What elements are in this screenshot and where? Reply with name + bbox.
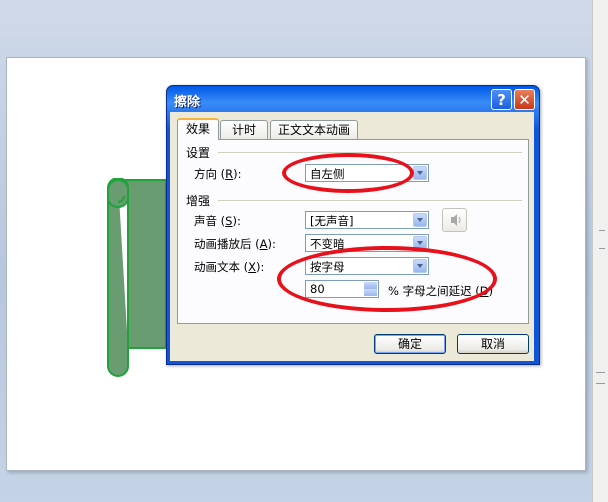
letter-delay-value: 80 — [310, 282, 325, 296]
direction-dropdown[interactable]: 自左侧 — [305, 164, 429, 182]
tab-text-animation[interactable]: 正文文本动画 — [270, 120, 358, 139]
direction-label: 方向 (R): — [194, 167, 242, 181]
divider — [218, 152, 522, 153]
after-animation-dropdown[interactable]: 不变暗 — [305, 234, 429, 252]
dialog-title: 擦除 — [174, 95, 201, 110]
spin-up-icon[interactable] — [364, 282, 377, 289]
letter-delay-spinner[interactable]: 80 — [305, 280, 379, 298]
chevron-down-icon[interactable] — [413, 259, 427, 273]
sound-label: 声音 (S): — [194, 214, 241, 228]
title-bar[interactable]: 擦除 ? ✕ — [167, 86, 539, 112]
spin-down-icon[interactable] — [364, 289, 377, 296]
settings-section-title: 设置 — [186, 146, 211, 160]
scroll-tick — [599, 230, 605, 231]
effect-panel: 设置 方向 (R): 自左侧 增强 声音 (S): [无声音] 动画播放后 (A… — [177, 139, 529, 324]
scroll-shape[interactable] — [100, 178, 170, 378]
vertical-scrollbar[interactable] — [592, 0, 608, 502]
cancel-button[interactable]: 取消 — [457, 334, 529, 354]
help-icon[interactable]: ? — [491, 89, 512, 110]
animate-text-label: 动画文本 (X): — [194, 260, 265, 274]
after-animation-value: 不变暗 — [310, 237, 345, 251]
ok-button[interactable]: 确定 — [374, 334, 446, 354]
animate-text-dropdown[interactable]: 按字母 — [305, 257, 429, 275]
wipe-effect-dialog: 擦除 ? ✕ 效果 计时 正文文本动画 设置 方向 (R): 自左侧 增强 声音… — [166, 85, 540, 365]
direction-value: 自左侧 — [310, 167, 345, 181]
tab-effect[interactable]: 效果 — [177, 118, 219, 140]
after-animation-label: 动画播放后 (A): — [194, 237, 276, 251]
speaker-icon[interactable] — [442, 208, 467, 232]
chevron-down-icon[interactable] — [413, 213, 427, 227]
close-icon[interactable]: ✕ — [514, 89, 535, 110]
letter-delay-label: % 字母之间延迟 (D) — [388, 284, 494, 298]
scroll-grip[interactable] — [596, 372, 605, 384]
dialog-body: 效果 计时 正文文本动画 设置 方向 (R): 自左侧 增强 声音 (S): [… — [170, 112, 534, 361]
tab-timing[interactable]: 计时 — [220, 120, 268, 139]
sound-dropdown[interactable]: [无声音] — [305, 211, 429, 229]
scroll-tick — [599, 248, 605, 249]
chevron-down-icon[interactable] — [413, 166, 427, 180]
animate-text-value: 按字母 — [310, 260, 345, 274]
chevron-down-icon[interactable] — [413, 236, 427, 250]
sound-value: [无声音] — [310, 214, 354, 228]
enhance-section-title: 增强 — [186, 194, 211, 208]
divider — [218, 200, 522, 201]
